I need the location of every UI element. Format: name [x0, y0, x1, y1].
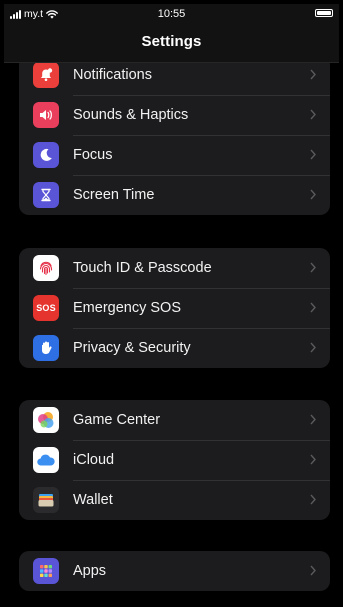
sos-icon: SOS: [33, 295, 59, 321]
chevron-right-icon: [310, 189, 316, 200]
settings-row-label: Focus: [73, 135, 330, 176]
status-bar: my.t 10:55: [4, 4, 339, 24]
moon-icon: [33, 142, 59, 168]
chevron-right-icon: [310, 565, 316, 576]
chevron-right-icon: [310, 109, 316, 120]
settings-row-label: Wallet: [73, 492, 113, 508]
settings-row-emergency-sos[interactable]: SOS Emergency SOS: [19, 288, 330, 329]
settings-group-services: Game Center iCloud Wallet: [19, 400, 330, 520]
apps-grid-icon: [33, 558, 59, 584]
bell-badge-icon: [33, 62, 59, 88]
settings-row-focus[interactable]: Focus: [19, 135, 330, 176]
chevron-right-icon: [310, 302, 316, 313]
settings-row-label: iCloud: [73, 440, 330, 481]
chevron-right-icon: [310, 342, 316, 353]
settings-row-label: Sounds & Haptics: [73, 95, 330, 136]
settings-screen: my.t 10:55 Settings Notifications Sounds…: [4, 4, 339, 603]
settings-row-screen-time[interactable]: Screen Time: [19, 175, 330, 215]
chevron-right-icon: [310, 494, 316, 505]
hand-icon: [33, 335, 59, 361]
settings-row-apps[interactable]: Apps: [19, 551, 330, 591]
page-title: Settings: [141, 33, 202, 50]
wallet-icon: [33, 487, 59, 513]
chevron-right-icon: [310, 262, 316, 273]
settings-row-label: Touch ID & Passcode: [73, 248, 330, 289]
settings-group-security: Touch ID & Passcode SOS Emergency SOS Pr…: [19, 248, 330, 368]
settings-row-privacy-security[interactable]: Privacy & Security: [19, 328, 330, 368]
battery-icon: [315, 9, 333, 17]
speaker-icon: [33, 102, 59, 128]
settings-row-label: Privacy & Security: [73, 340, 191, 356]
settings-row-game-center[interactable]: Game Center: [19, 400, 330, 441]
navigation-bar: my.t 10:55 Settings: [4, 4, 339, 63]
chevron-right-icon: [310, 414, 316, 425]
settings-row-label: Screen Time: [73, 187, 155, 203]
chevron-right-icon: [310, 69, 316, 80]
hourglass-icon: [33, 182, 59, 208]
chevron-right-icon: [310, 149, 316, 160]
game-center-icon: [33, 407, 59, 433]
settings-row-sounds-haptics[interactable]: Sounds & Haptics: [19, 95, 330, 136]
chevron-right-icon: [310, 454, 316, 465]
fingerprint-icon: [33, 255, 59, 281]
settings-row-label: Apps: [73, 563, 107, 579]
settings-row-icloud[interactable]: iCloud: [19, 440, 330, 481]
settings-row-touch-id[interactable]: Touch ID & Passcode: [19, 248, 330, 289]
settings-row-wallet[interactable]: Wallet: [19, 480, 330, 520]
settings-row-label: Emergency SOS: [73, 288, 330, 329]
sos-icon-text: SOS: [36, 303, 56, 313]
settings-row-label: Game Center: [73, 400, 330, 441]
cloud-icon: [33, 447, 59, 473]
settings-group-apps: Apps: [19, 551, 330, 591]
settings-group-general: Notifications Sounds & Haptics Focus Scr…: [19, 55, 330, 215]
status-time: 10:55: [157, 8, 186, 20]
